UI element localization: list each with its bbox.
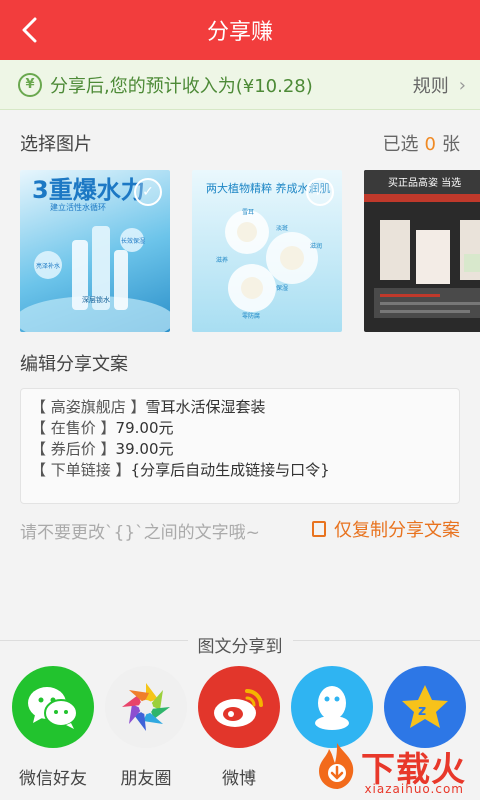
copy-line-bracket: 【 下单链接 】: [31, 461, 131, 479]
share-copy-textarea[interactable]: 【 高姿旗舰店 】雪耳水活保湿套装 【 在售价 】79.00元 【 券后价 】3…: [20, 388, 460, 504]
product-image-3-art: 买正品高姿 当选: [364, 170, 480, 318]
copy-line-text: 79.00元: [115, 419, 174, 437]
share-wechat-label: 微信好友: [19, 769, 87, 789]
edit-copy-label: 编辑分享文案: [20, 354, 128, 375]
selected-count: 已选 0 张: [383, 130, 460, 156]
selected-count-suffix: 张: [442, 134, 460, 155]
edit-tip: 请不要更改`{}`之间的文字哦~: [20, 523, 260, 543]
share-title-text: 图文分享到: [187, 637, 293, 657]
image-1-text-4: 深层锁水: [82, 295, 110, 304]
selected-count-prefix: 已选: [382, 134, 419, 155]
wechat-icon: [12, 666, 94, 748]
image-1-text-2: 亮泽补水: [36, 262, 60, 270]
app-header: 分享赚: [0, 0, 480, 60]
image-2-text-6: 零防腐: [242, 312, 260, 320]
select-check-icon[interactable]: ✓: [134, 178, 162, 206]
image-picker: 3重爆水力 建立活性水循环 亮泽补水 长效保湿 深层锁水 ✓ 两大植物精粹 养成…: [20, 170, 480, 332]
copy-line-text: {分享后自动生成链接与口令}: [130, 461, 330, 479]
copy-text-only-button[interactable]: 仅复制分享文案: [312, 516, 460, 542]
image-2-text-2: 淡斑: [276, 225, 288, 232]
copy-line: 【 高姿旗舰店 】雪耳水活保湿套装: [31, 397, 449, 418]
image-1-text-1: 建立活性水循环: [50, 202, 106, 212]
page-title: 分享赚: [206, 20, 273, 45]
copy-line-bracket: 【 券后价 】: [31, 440, 116, 458]
share-weibo-button[interactable]: 微博: [194, 666, 284, 789]
image-2-text-3: 滋养: [216, 256, 228, 264]
copy-text-only-label: 仅复制分享文案: [334, 520, 460, 541]
earnings-text: 分享后,您的预计收入为(¥10.28): [50, 75, 313, 97]
copy-line-bracket: 【 在售价 】: [31, 419, 116, 437]
watermark-site: xiazaihuo.com: [364, 782, 464, 796]
share-title: 图文分享到: [0, 632, 480, 657]
chevron-left-icon: [22, 17, 37, 43]
earnings-banner: ¥ 分享后,您的预计收入为(¥10.28) 规则 ›: [0, 60, 480, 110]
copy-line-bracket: 【 高姿旗舰店 】: [31, 398, 146, 416]
copy-line-text: 雪耳水活保湿套装: [145, 398, 266, 416]
yen-icon: ¥: [18, 72, 42, 97]
copy-line: 【 券后价 】39.00元: [31, 439, 449, 460]
copy-icon: [312, 521, 326, 537]
share-weibo-label: 微博: [222, 769, 256, 789]
chevron-right-icon: ›: [458, 74, 466, 96]
select-check-icon[interactable]: ✓: [306, 178, 334, 206]
image-2-text-4: 滋润: [310, 242, 322, 250]
flame-logo-icon: [319, 743, 354, 789]
copy-line-text: 39.00元: [115, 440, 174, 458]
product-image-3[interactable]: 买正品高姿 当选: [364, 170, 480, 332]
image-2-text-1: 雪耳: [242, 209, 254, 216]
weibo-icon: [198, 666, 280, 748]
site-watermark: 下载火 xiazaihuo.com: [280, 732, 480, 800]
image-2-text-5: 保湿: [276, 284, 288, 292]
copy-line: 【 下单链接 】{分享后自动生成链接与口令}: [31, 460, 449, 481]
share-moments-button[interactable]: 朋友圈: [101, 666, 191, 789]
select-images-row: 选择图片 已选 0 张: [20, 128, 460, 158]
image-3-text-0: 买正品高姿 当选: [388, 176, 461, 189]
selected-count-number: 0: [424, 134, 436, 155]
share-wechat-button[interactable]: 微信好友: [8, 666, 98, 789]
image-1-text-3: 长效保湿: [121, 237, 145, 245]
image-1-text-0: 3重爆水力: [32, 176, 145, 204]
back-button[interactable]: [10, 10, 50, 50]
product-image-1[interactable]: 3重爆水力 建立活性水循环 亮泽补水 长效保湿 深层锁水 ✓: [20, 170, 170, 332]
product-image-2[interactable]: 两大植物精粹 养成水润肌 雪耳 淡斑 滋养 滋润 保湿 零防腐 ✓: [192, 170, 342, 332]
svg-text:z: z: [418, 703, 426, 719]
share-moments-label: 朋友圈: [120, 769, 172, 789]
select-images-label: 选择图片: [20, 134, 92, 155]
rules-link[interactable]: 规则 ›: [413, 60, 466, 110]
copy-line: 【 在售价 】79.00元: [31, 418, 449, 439]
rules-label: 规则: [412, 76, 449, 97]
moments-icon: [105, 666, 187, 748]
